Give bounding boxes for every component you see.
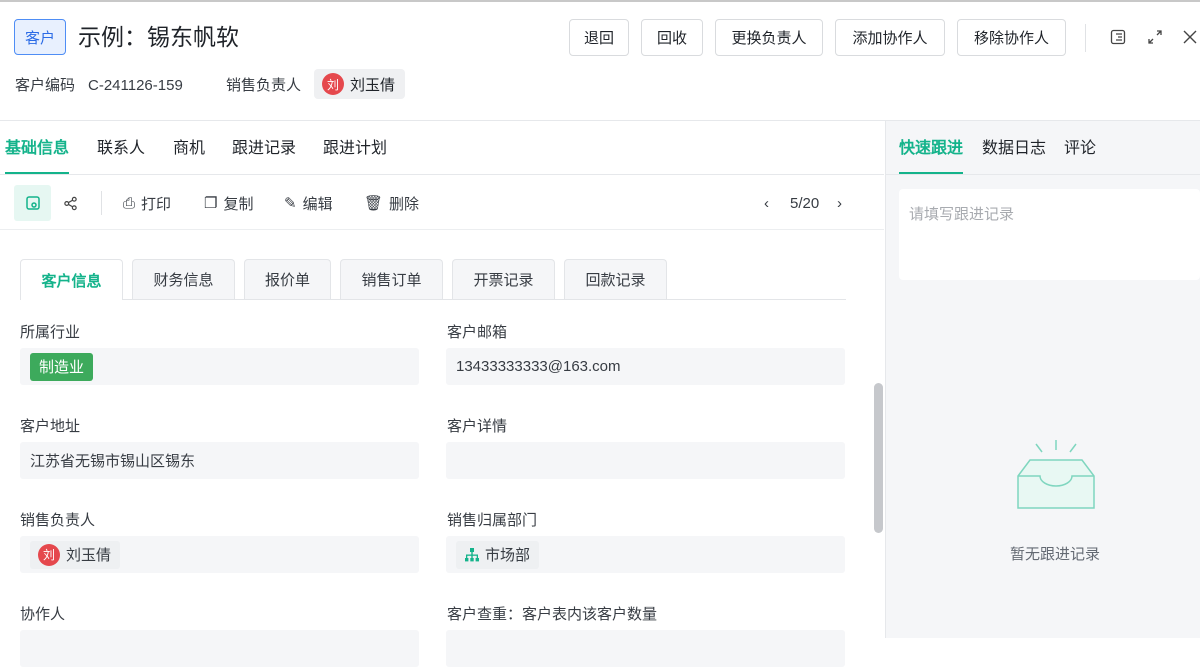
dept-name: 市场部 xyxy=(485,547,531,564)
avatar: 刘 xyxy=(38,543,60,566)
subtab-sales-orders[interactable]: 销售订单 xyxy=(340,259,443,299)
duplicate-check-label: 客户查重：客户表内该客户数量 xyxy=(447,606,658,623)
divider xyxy=(101,191,102,215)
close-icon[interactable] xyxy=(1180,27,1200,47)
next-record-button[interactable]: › xyxy=(837,192,842,214)
subtab-quotes[interactable]: 报价单 xyxy=(244,259,331,299)
page-title: 示例：锡东帆软 xyxy=(78,24,239,50)
scrollbar[interactable] xyxy=(874,383,883,533)
record-type-badge: 客户 xyxy=(14,19,66,55)
subtab-finance[interactable]: 财务信息 xyxy=(132,259,235,299)
duplicate-check-field[interactable] xyxy=(446,630,845,667)
collaborator-label: 协作人 xyxy=(20,606,66,623)
subtab-invoices[interactable]: 开票记录 xyxy=(452,259,555,299)
subtab-customer-info[interactable]: 客户信息 xyxy=(20,259,123,300)
reclaim-button[interactable]: 回收 xyxy=(641,19,703,56)
divider xyxy=(0,229,884,230)
pager-text: 5/20 xyxy=(790,194,820,212)
address-field[interactable]: 江苏省无锡市锡山区锡东 xyxy=(20,442,419,479)
sales-owner-field[interactable]: 刘刘玉倩 xyxy=(20,536,419,573)
detail-field[interactable] xyxy=(446,442,845,479)
collaborator-field[interactable] xyxy=(20,630,419,667)
copy-label: 复制 xyxy=(223,195,254,213)
dept-chip: 市场部 xyxy=(456,540,540,569)
copy-icon: ❐ xyxy=(204,195,218,212)
industry-label: 所属行业 xyxy=(20,324,81,341)
owner-name: 刘玉倩 xyxy=(66,547,112,564)
edit-label: 编辑 xyxy=(302,195,333,213)
subtab-baseline xyxy=(20,299,846,300)
window-top-border xyxy=(0,0,1200,2)
industry-tag: 制造业 xyxy=(30,352,94,381)
tab-follow-plans[interactable]: 跟进计划 xyxy=(323,138,387,160)
pencil-icon: ✎ xyxy=(284,195,297,212)
customer-code-label: 客户编码 xyxy=(15,77,76,94)
trash-icon: 🗑 xyxy=(364,195,384,212)
expand-icon[interactable] xyxy=(1145,27,1165,47)
tab-opportunities[interactable]: 商机 xyxy=(173,138,205,160)
owner-label: 销售负责人 xyxy=(226,77,302,94)
add-collaborator-button[interactable]: 添加协作人 xyxy=(835,19,945,56)
change-owner-button[interactable]: 更换负责人 xyxy=(715,19,823,56)
printer-icon: ⎙ xyxy=(123,194,136,212)
empty-state-text: 暂无跟进记录 xyxy=(1010,546,1101,563)
sales-owner-label: 销售负责人 xyxy=(20,512,96,529)
tab-comments[interactable]: 评论 xyxy=(1064,138,1096,160)
subtab-payments[interactable]: 回款记录 xyxy=(564,259,667,299)
dept-field[interactable]: 市场部 xyxy=(446,536,845,573)
customer-code-value: C-241126-159 xyxy=(88,77,183,94)
avatar: 刘 xyxy=(322,73,344,95)
tab-basic-info[interactable]: 基础信息 xyxy=(5,138,69,160)
email-field[interactable]: 13433333333@163.com xyxy=(446,348,845,385)
return-button[interactable]: 退回 xyxy=(569,19,629,56)
remove-collaborator-button[interactable]: 移除协作人 xyxy=(957,19,1066,56)
detail-label: 客户详情 xyxy=(447,418,508,435)
divider xyxy=(885,174,1200,175)
divider xyxy=(0,174,884,175)
copy-button[interactable]: ❐ 复制 xyxy=(204,192,253,214)
follow-record-input[interactable]: 请填写跟进记录 xyxy=(899,189,1200,280)
side-panel-icon[interactable] xyxy=(1108,27,1128,47)
tab-quick-follow[interactable]: 快速跟进 xyxy=(899,138,963,160)
industry-field[interactable]: 制造业 xyxy=(20,348,419,385)
tab-data-log[interactable]: 数据日志 xyxy=(982,138,1046,160)
share-icon[interactable] xyxy=(60,193,80,213)
print-label: 打印 xyxy=(141,195,172,213)
org-chart-icon xyxy=(465,547,479,561)
empty-inbox-icon xyxy=(1014,438,1098,516)
owner-chip[interactable]: 刘刘玉倩 xyxy=(314,69,406,99)
delete-label: 删除 xyxy=(389,195,420,213)
address-label: 客户地址 xyxy=(20,418,81,435)
view-icon[interactable] xyxy=(14,185,51,221)
print-button[interactable]: ⎙ 打印 xyxy=(123,192,171,214)
tab-follow-records[interactable]: 跟进记录 xyxy=(232,138,296,160)
edit-button[interactable]: ✎ 编辑 xyxy=(284,192,333,214)
owner-name: 刘玉倩 xyxy=(350,76,396,94)
owner-chip: 刘刘玉倩 xyxy=(30,540,121,569)
prev-record-button[interactable]: ‹ xyxy=(764,192,769,214)
email-label: 客户邮箱 xyxy=(447,324,508,341)
divider xyxy=(1085,24,1086,52)
tab-contacts[interactable]: 联系人 xyxy=(97,138,145,160)
delete-button[interactable]: 🗑 删除 xyxy=(364,192,419,214)
dept-label: 销售归属部门 xyxy=(447,512,538,529)
